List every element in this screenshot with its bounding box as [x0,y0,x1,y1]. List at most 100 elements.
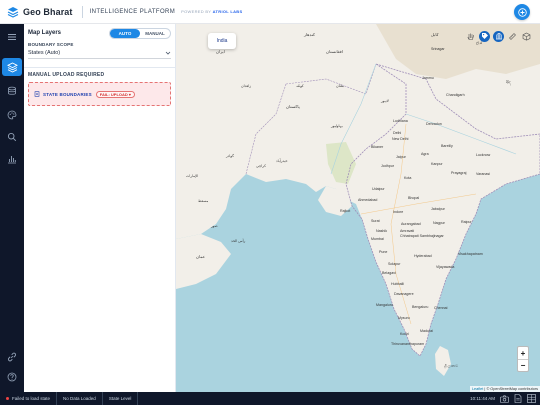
document-icon[interactable] [514,394,522,403]
map-label: Vijayawada [436,265,455,269]
menu-icon [8,34,16,40]
leaflet-link[interactable]: Leaflet [472,387,483,391]
map-label: زاهدان [241,84,252,88]
map-label: كراچی [256,164,266,168]
map-label: الإمارات [186,174,199,178]
map-label: Varanasi [476,172,490,176]
boundary-scope-select[interactable]: States (Auto) [28,48,171,59]
map-label: Solapur [388,262,401,266]
map-label: Ahmedabad [358,198,378,202]
camera-icon[interactable] [500,395,509,403]
label-tool[interactable] [479,30,490,42]
error-dot-icon [6,397,9,400]
chevron-down-icon [165,51,171,55]
rail-style-button[interactable] [2,106,22,124]
map-label: لداخ [476,41,483,45]
rail-help-button[interactable] [2,368,22,386]
upload-fail-chip[interactable]: FAIL: UPLOAD ▾ [95,90,135,98]
map-label: مسقط [198,199,209,203]
map-label: افغانستان [326,49,343,54]
map-label: Raipur [461,220,472,224]
map-label: Lucknow [476,153,491,157]
logo: Geo Bharat [7,6,73,18]
map-label: Chandigarh [446,93,465,97]
columns-tool[interactable] [493,30,504,42]
map-label: Pune [379,250,388,254]
database-icon [8,86,16,95]
boundary-scope-value: States (Auto) [28,50,61,56]
pan-tool[interactable] [465,31,476,42]
ruler-icon [509,32,516,40]
map-label: Hyderabad [414,254,432,258]
zoom-in-button[interactable]: + [518,347,528,359]
map-label: صور [211,224,218,228]
bar-chart-icon [8,156,16,164]
help-icon [7,372,17,382]
map-label: Rajkot [340,209,351,213]
status-bar: Failed to load state No Data Loaded Stat… [0,392,540,405]
left-rail [0,24,24,392]
status-time: 10:11:44 AM [470,396,495,401]
osm-attribution[interactable]: | © OpenStreetMap contributors [484,387,538,391]
map-label: New Delhi [392,137,409,141]
mode-toggle[interactable]: AUTO MANUAL [109,28,171,39]
hand-icon [467,33,474,40]
add-button[interactable] [514,4,530,20]
zoom-out-button[interactable]: − [518,359,528,371]
map-label: ملتان [336,84,344,88]
map-label: لاہور [381,99,389,103]
map-label: Jodhpur [381,164,394,168]
menu-button[interactable] [2,28,22,46]
map-label: ශ්‍රී ලංකාව [444,364,458,368]
logo-icon [7,6,19,18]
powered-by: POWERED BY ATRIOL LABS [181,9,242,14]
status-level: State Level [103,392,139,405]
map-label: Jabalpur [431,207,445,211]
map-label: Dehradun [426,122,442,126]
map-label: Belagavi [382,271,396,275]
header-divider [81,5,83,18]
map-label: Srinagar [431,47,445,51]
panel-title: Map Layers [28,30,62,36]
map-label: Udaipur [372,187,385,191]
map-label: Ludhiana [393,119,408,123]
map-label: Mysuru [398,316,410,320]
map-label: Bikaner [371,145,384,149]
search-icon [7,132,17,142]
status-data: No Data Loaded [57,392,103,405]
rail-search-button[interactable] [2,128,22,146]
state-boundaries-upload: STATE BOUNDARIES FAIL: UPLOAD ▾ [28,82,171,106]
table-icon[interactable] [527,394,536,403]
map-label: رأس الحد [231,239,246,243]
map-label: Indore [393,210,404,214]
status-data-text: No Data Loaded [63,396,96,401]
map-label: Mumbai [371,237,384,241]
map-label: Davanagere [394,292,414,296]
map-label: Surat [371,219,380,223]
map-view[interactable]: India Srinagar لداخ Jammu Chandigarh Lud… [176,24,540,392]
rail-data-button[interactable] [2,82,22,100]
manual-upload-title: MANUAL UPLOAD REQUIRED [28,72,105,78]
measure-tool[interactable] [507,31,518,42]
map-label: Visakhapatnam [458,252,483,256]
map-label: Hubballi [391,282,404,286]
3d-tool[interactable] [521,31,532,42]
map-label: حیدرآباد [276,159,288,163]
map-label: کوئٹہ [296,84,304,88]
map-label: Agra [421,152,429,156]
plus-circle-icon [517,7,527,17]
map-label: پاکستان [286,104,300,109]
rail-layers-button[interactable] [2,58,22,76]
map-label: عمان [196,254,206,259]
link-icon [7,352,17,362]
map-label: Bhopal [408,196,420,200]
layers-panel: Map Layers AUTO MANUAL BOUNDARY SCOPE St… [24,24,176,392]
map-label: گوادر [226,154,234,158]
map-label: Kanpur [431,162,443,166]
mode-auto[interactable]: AUTO [110,29,140,38]
status-error-text: Failed to load state [12,396,51,401]
tag-icon [481,33,488,39]
mode-manual[interactable]: MANUAL [140,29,170,38]
rail-link-button[interactable] [2,348,22,366]
rail-analytics-button[interactable] [2,150,22,168]
